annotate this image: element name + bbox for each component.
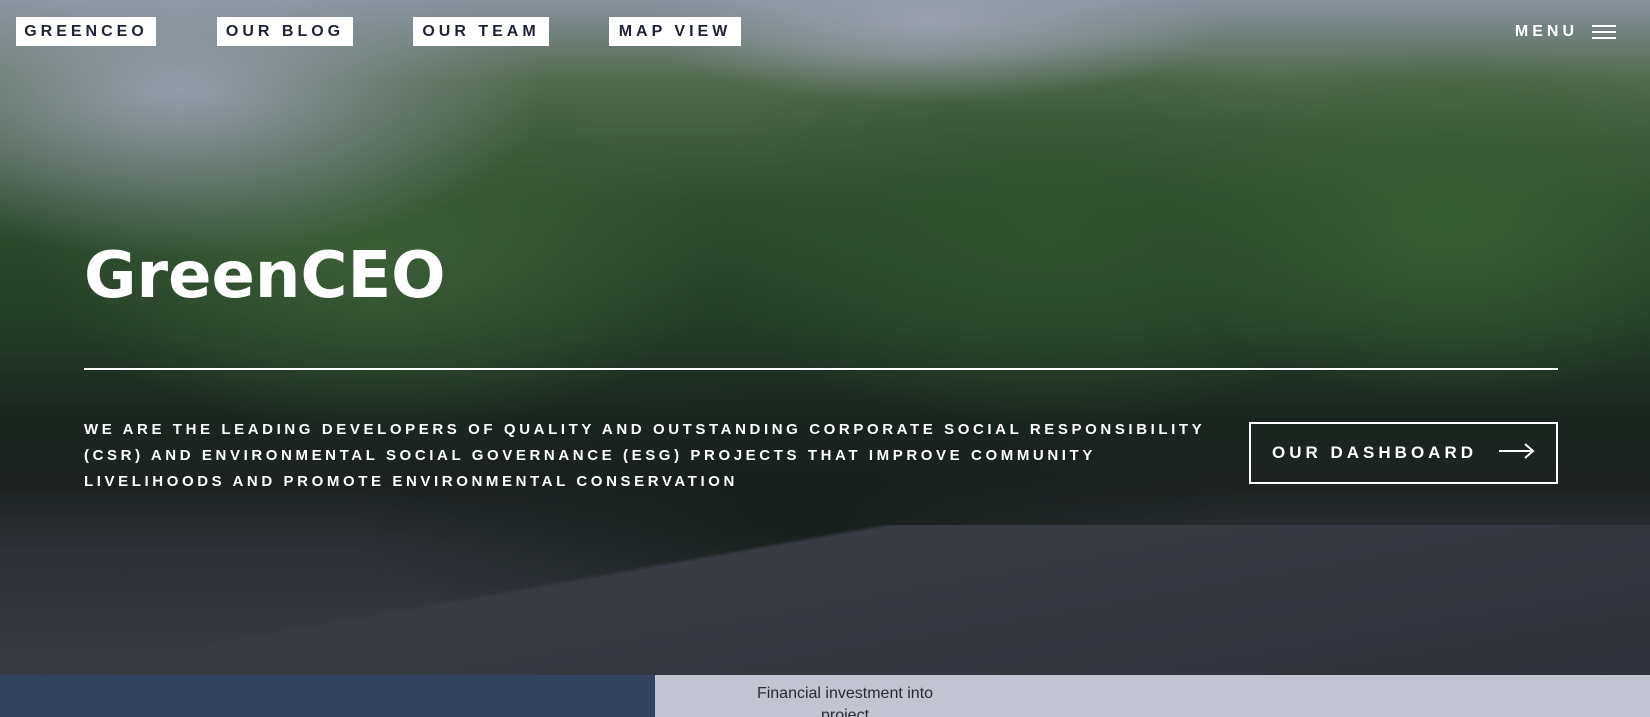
financial-investment-label: Financial investment into project (756, 685, 934, 717)
bottom-panel-left (0, 675, 655, 717)
our-dashboard-button[interactable]: OUR DASHBOARD (1249, 422, 1558, 484)
nav-blog-link[interactable]: OUR BLOG (217, 17, 353, 46)
hero-background (0, 0, 1650, 675)
nav-team-link[interactable]: OUR TEAM (413, 17, 549, 46)
hamburger-icon (1592, 25, 1616, 39)
menu-button[interactable]: MENU (1515, 20, 1616, 44)
bottom-panel-right: Financial investment into project (655, 675, 1650, 717)
hero-divider (84, 368, 1558, 370)
nav-map-view-link[interactable]: MAP VIEW (609, 17, 741, 46)
nav-home-link[interactable]: GREENCEO (16, 17, 156, 46)
hero-title: GreenCEO (84, 239, 446, 313)
hero-tagline: We are the leading developers of quality… (84, 421, 1206, 490)
dashboard-button-label: OUR DASHBOARD (1272, 443, 1477, 462)
arrow-right-icon (1499, 442, 1535, 464)
menu-label: MENU (1514, 23, 1578, 40)
hero-overlay (0, 0, 1650, 675)
